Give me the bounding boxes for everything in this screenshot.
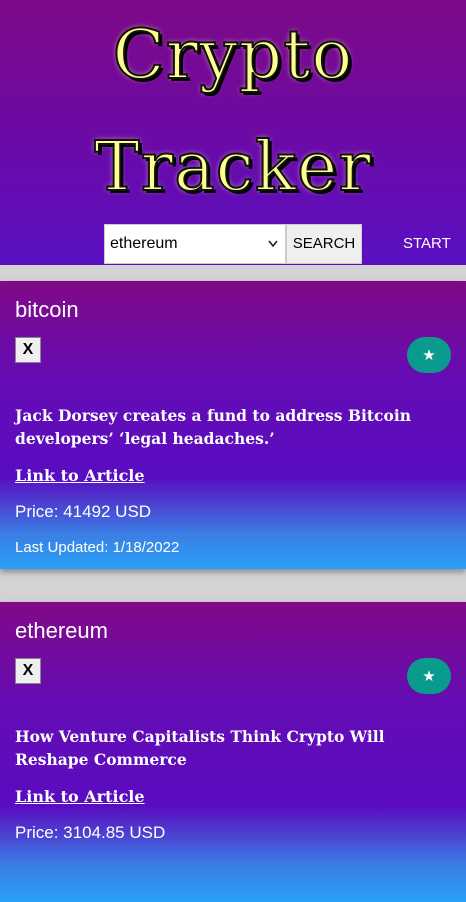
article-link[interactable]: Link to Article [15,466,145,485]
coin-price: Price: 41492 USD [15,502,152,521]
coin-card-ethereum: ethereum X ★ How Venture Capitalists Thi… [0,602,466,902]
news-headline: Jack Dorsey creates a fund to address Bi… [15,406,411,448]
coin-card-bitcoin: bitcoin X ★ Jack Dorsey creates a fund t… [0,281,466,569]
article-link[interactable]: Link to Article [15,787,145,806]
remove-button[interactable]: X [15,658,41,684]
app-title-line2: Tracker [93,127,372,208]
news-headline: How Venture Capitalists Think Crypto Wil… [15,727,385,769]
coin-name: ethereum [15,618,108,643]
remove-button[interactable]: X [15,337,41,363]
coin-price: Price: 3104.85 USD [15,823,166,842]
last-updated: Last Updated: 1/18/2022 [15,539,180,556]
coin-select-value: ethereum [110,235,178,252]
start-button[interactable]: START [403,235,451,252]
favorite-star-icon[interactable]: ★ [407,658,451,694]
favorite-star-icon[interactable]: ★ [407,337,451,373]
search-button[interactable]: SEARCH [286,224,362,264]
coin-name: bitcoin [15,297,79,322]
app-title-line1: Crypto [112,15,354,96]
header: Crypto Tracker ethereum SEARCH START [0,0,466,265]
chevron-down-icon [267,225,279,278]
coin-select[interactable]: ethereum [104,224,286,264]
